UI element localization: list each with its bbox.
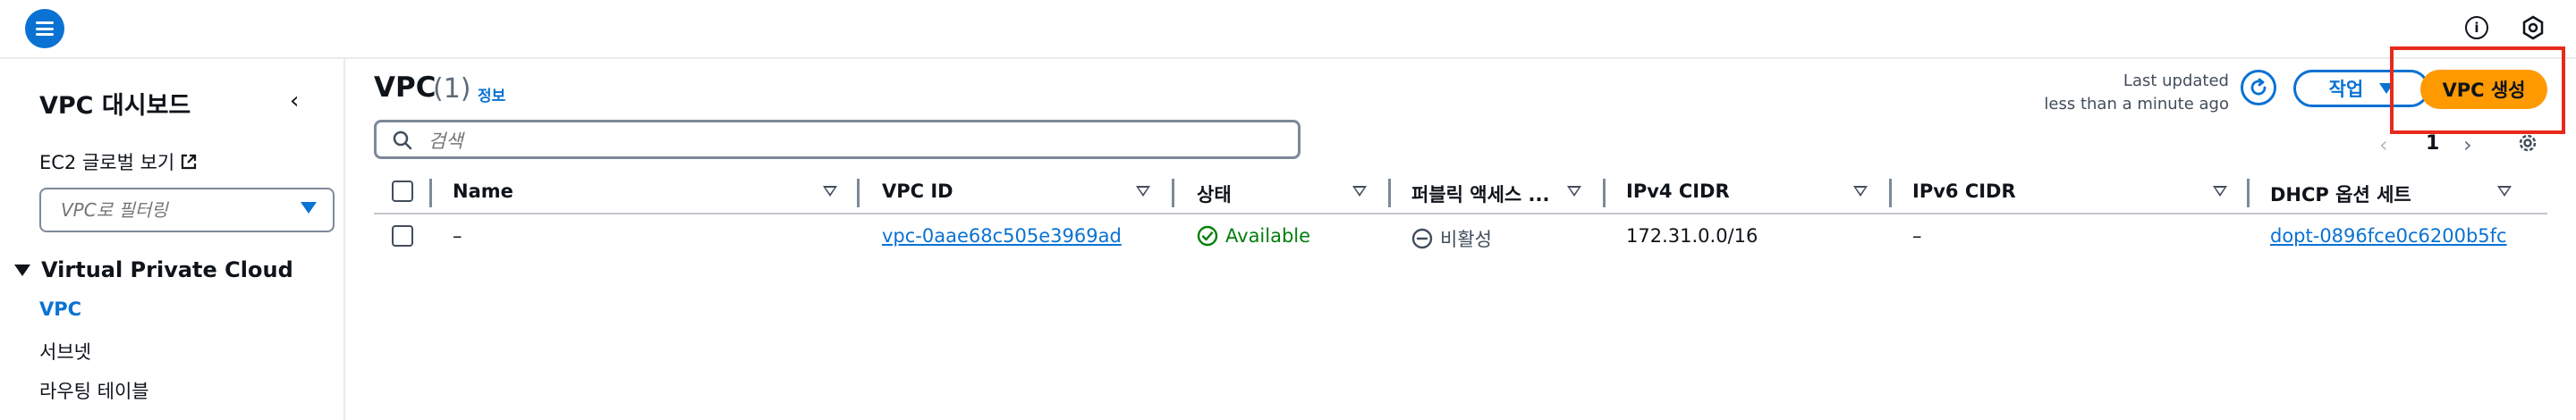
ec2-global-view-link[interactable]: EC2 글로벌 보기 bbox=[39, 148, 198, 175]
caret-down-icon bbox=[14, 264, 30, 276]
close-sidebar-chevron-left-icon[interactable]: ‹ bbox=[290, 88, 299, 114]
top-navigation-bar bbox=[0, 0, 2576, 59]
gear-icon[interactable] bbox=[2515, 130, 2540, 155]
info-link[interactable]: 정보 bbox=[478, 83, 505, 105]
cell-public-access: 비활성 bbox=[1411, 225, 1492, 252]
last-updated-text: Last updated less than a minute ago bbox=[2038, 70, 2229, 116]
column-header-ipv4-cidr[interactable]: IPv4 CIDR bbox=[1626, 181, 1730, 202]
public-access-label: 비활성 bbox=[1440, 229, 1492, 250]
sort-icon[interactable] bbox=[1567, 186, 1581, 197]
last-updated-label: Last updated bbox=[2123, 71, 2229, 90]
sort-icon[interactable] bbox=[2213, 186, 2227, 197]
column-divider[interactable] bbox=[1889, 179, 1892, 207]
column-divider[interactable] bbox=[1172, 179, 1174, 207]
column-header-public-access[interactable]: 퍼블릭 액세스 ... bbox=[1411, 181, 1549, 207]
sort-icon[interactable] bbox=[1136, 186, 1150, 197]
sort-icon[interactable] bbox=[2497, 186, 2512, 197]
page-number[interactable]: 1 bbox=[2426, 132, 2439, 155]
cell-ipv6-cidr: – bbox=[1912, 225, 1922, 247]
column-header-ipv6-cidr[interactable]: IPv6 CIDR bbox=[1912, 181, 2016, 202]
hamburger-menu-icon[interactable] bbox=[25, 9, 64, 48]
highlight-box bbox=[2390, 46, 2565, 134]
item-count: (1) bbox=[433, 73, 471, 105]
external-link-icon bbox=[182, 154, 197, 170]
state-label: Available bbox=[1225, 225, 1311, 247]
search-field[interactable] bbox=[374, 120, 1301, 159]
settings-hex-icon[interactable] bbox=[2521, 15, 2546, 40]
column-header-state[interactable]: 상태 bbox=[1197, 181, 1232, 207]
section-virtual-private-cloud[interactable]: Virtual Private Cloud bbox=[14, 257, 293, 282]
column-header-dhcp-options[interactable]: DHCP 옵션 세트 bbox=[2270, 181, 2411, 207]
info-icon[interactable]: i bbox=[2465, 16, 2488, 39]
column-header-name[interactable]: Name bbox=[453, 181, 513, 202]
sort-icon[interactable] bbox=[1853, 186, 1868, 197]
search-icon bbox=[393, 130, 412, 150]
section-label: Virtual Private Cloud bbox=[41, 257, 293, 282]
cell-ipv4-cidr: 172.31.0.0/16 bbox=[1626, 225, 1758, 247]
column-divider[interactable] bbox=[1603, 179, 1606, 207]
last-updated-value: less than a minute ago bbox=[2044, 95, 2229, 113]
caret-down-icon bbox=[301, 202, 317, 214]
next-page-chevron-right-icon[interactable]: › bbox=[2463, 132, 2472, 157]
page-title: VPC bbox=[374, 71, 436, 104]
sidebar-item-subnets[interactable]: 서브넷 bbox=[39, 338, 91, 365]
row-checkbox[interactable] bbox=[392, 225, 413, 247]
refresh-button[interactable] bbox=[2241, 70, 2276, 105]
check-circle-icon bbox=[1197, 225, 1218, 247]
minus-circle-icon bbox=[1411, 228, 1433, 249]
select-all-checkbox[interactable] bbox=[392, 181, 413, 202]
vpc-filter-select[interactable] bbox=[39, 188, 335, 232]
previous-page-chevron-left-icon[interactable]: ‹ bbox=[2379, 132, 2388, 157]
cell-state: Available bbox=[1197, 225, 1310, 247]
column-divider bbox=[429, 179, 432, 207]
sidebar-item-vpc[interactable]: VPC bbox=[39, 298, 81, 320]
cell-vpc-id-link[interactable]: vpc-0aae68c505e3969ad bbox=[882, 225, 1122, 247]
cell-name: – bbox=[453, 225, 462, 247]
actions-label: 작업 bbox=[2328, 79, 2364, 100]
column-divider[interactable] bbox=[2247, 179, 2250, 207]
sort-icon[interactable] bbox=[823, 186, 837, 197]
column-divider[interactable] bbox=[857, 179, 860, 207]
search-input[interactable] bbox=[427, 128, 1235, 155]
table-header-divider bbox=[374, 213, 2547, 214]
cell-dhcp-options-link[interactable]: dopt-0896fce0c6200b5fc bbox=[2270, 225, 2507, 247]
ec2-global-view-label: EC2 글로벌 보기 bbox=[39, 152, 175, 173]
sidebar-title: VPC 대시보드 bbox=[39, 92, 191, 120]
sidebar-item-route-tables[interactable]: 라우팅 테이블 bbox=[39, 377, 149, 404]
column-header-vpc-id[interactable]: VPC ID bbox=[882, 181, 953, 202]
sort-icon[interactable] bbox=[1352, 186, 1367, 197]
refresh-icon bbox=[2250, 78, 2267, 96]
vpc-filter-input[interactable] bbox=[59, 197, 286, 223]
column-divider[interactable] bbox=[1388, 179, 1391, 207]
